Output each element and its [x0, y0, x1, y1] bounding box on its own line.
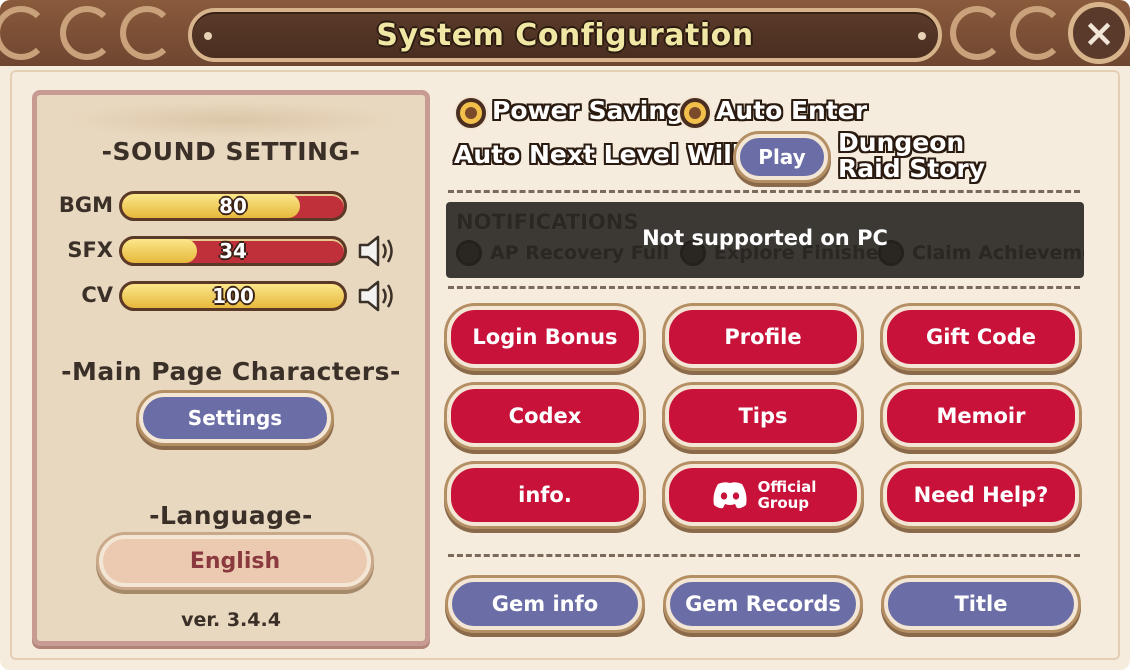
auto-next-level-label: Auto Next Level Will	[454, 140, 741, 169]
bgm-label: BGM	[58, 193, 113, 217]
official-group-label: Official Group	[758, 479, 817, 511]
dungeon-line-2: Raid Story	[838, 154, 986, 183]
sfx-slider[interactable]: 34	[119, 236, 347, 266]
ornament-swirl	[0, 6, 48, 60]
slider-row-bgm: BGM 80	[37, 189, 425, 223]
left-panel: -SOUND SETTING- BGM 80 SFX 34 CV 100 -Ma…	[32, 90, 430, 646]
gem-info-button[interactable]: Gem info	[448, 578, 642, 630]
slider-row-sfx: SFX 34	[37, 234, 425, 268]
discord-icon	[713, 482, 747, 509]
login-bonus-button[interactable]: Login Bonus	[447, 306, 643, 368]
not-supported-message: Not supported on PC	[642, 226, 888, 250]
title-bar: System Configuration	[188, 8, 942, 62]
notifications-box: NOTIFICATIONS AP Recovery Full Explore F…	[446, 202, 1084, 278]
power-saving-label: Power Saving	[492, 96, 685, 125]
official-line-1: Official	[757, 478, 817, 496]
title-dot	[918, 32, 926, 40]
sfx-value: 34	[219, 239, 247, 263]
bgm-value: 80	[219, 194, 247, 218]
ornament-swirl	[1010, 6, 1064, 60]
cv-label: CV	[81, 283, 113, 307]
panel-ornament	[57, 101, 405, 139]
config-window: System Configuration × -SOUND SETTING- B…	[0, 0, 1130, 670]
gift-code-button[interactable]: Gift Code	[883, 306, 1079, 368]
bgm-slider[interactable]: 80	[119, 191, 347, 221]
title-dot	[204, 32, 212, 40]
codex-button[interactable]: Codex	[447, 385, 643, 447]
sound-setting-heading: -SOUND SETTING-	[101, 137, 361, 166]
language-select[interactable]: English	[99, 535, 371, 587]
auto-enter-radio[interactable]	[680, 98, 710, 128]
dungeon-label: Dungeon Raid Story	[838, 130, 985, 182]
tips-button[interactable]: Tips	[665, 385, 861, 447]
power-saving-radio[interactable]	[456, 98, 486, 128]
gem-records-button[interactable]: Gem Records	[666, 578, 860, 630]
ornament-swirl	[950, 6, 1004, 60]
slider-row-cv: CV 100	[37, 279, 425, 313]
profile-button[interactable]: Profile	[665, 306, 861, 368]
divider	[448, 190, 1080, 193]
speaker-icon[interactable]	[357, 234, 397, 268]
cv-slider[interactable]: 100	[119, 281, 347, 311]
dungeon-line-1: Dungeon	[838, 128, 965, 157]
close-button[interactable]: ×	[1068, 2, 1130, 64]
title-button[interactable]: Title	[884, 578, 1078, 630]
cv-value: 100	[212, 284, 254, 308]
play-toggle-button[interactable]: Play	[736, 134, 828, 180]
official-line-2: Group	[757, 494, 810, 512]
sfx-label: SFX	[67, 238, 113, 262]
divider	[448, 286, 1080, 289]
divider	[448, 554, 1080, 557]
memoir-button[interactable]: Memoir	[883, 385, 1079, 447]
version-label: ver. 3.4.4	[181, 609, 281, 631]
main-page-characters-heading: -Main Page Characters-	[61, 357, 401, 386]
info-button[interactable]: info.	[447, 464, 643, 526]
speaker-icon[interactable]	[357, 279, 397, 313]
language-heading: -Language-	[149, 501, 313, 530]
close-icon: ×	[1083, 11, 1115, 55]
official-group-button[interactable]: Official Group	[665, 464, 861, 526]
auto-enter-label: Auto Enter	[716, 96, 868, 125]
ornament-swirl	[60, 6, 114, 60]
ornament-swirl	[120, 6, 174, 60]
need-help-button[interactable]: Need Help?	[883, 464, 1079, 526]
settings-button[interactable]: Settings	[139, 393, 331, 443]
page-title: System Configuration	[376, 17, 754, 53]
